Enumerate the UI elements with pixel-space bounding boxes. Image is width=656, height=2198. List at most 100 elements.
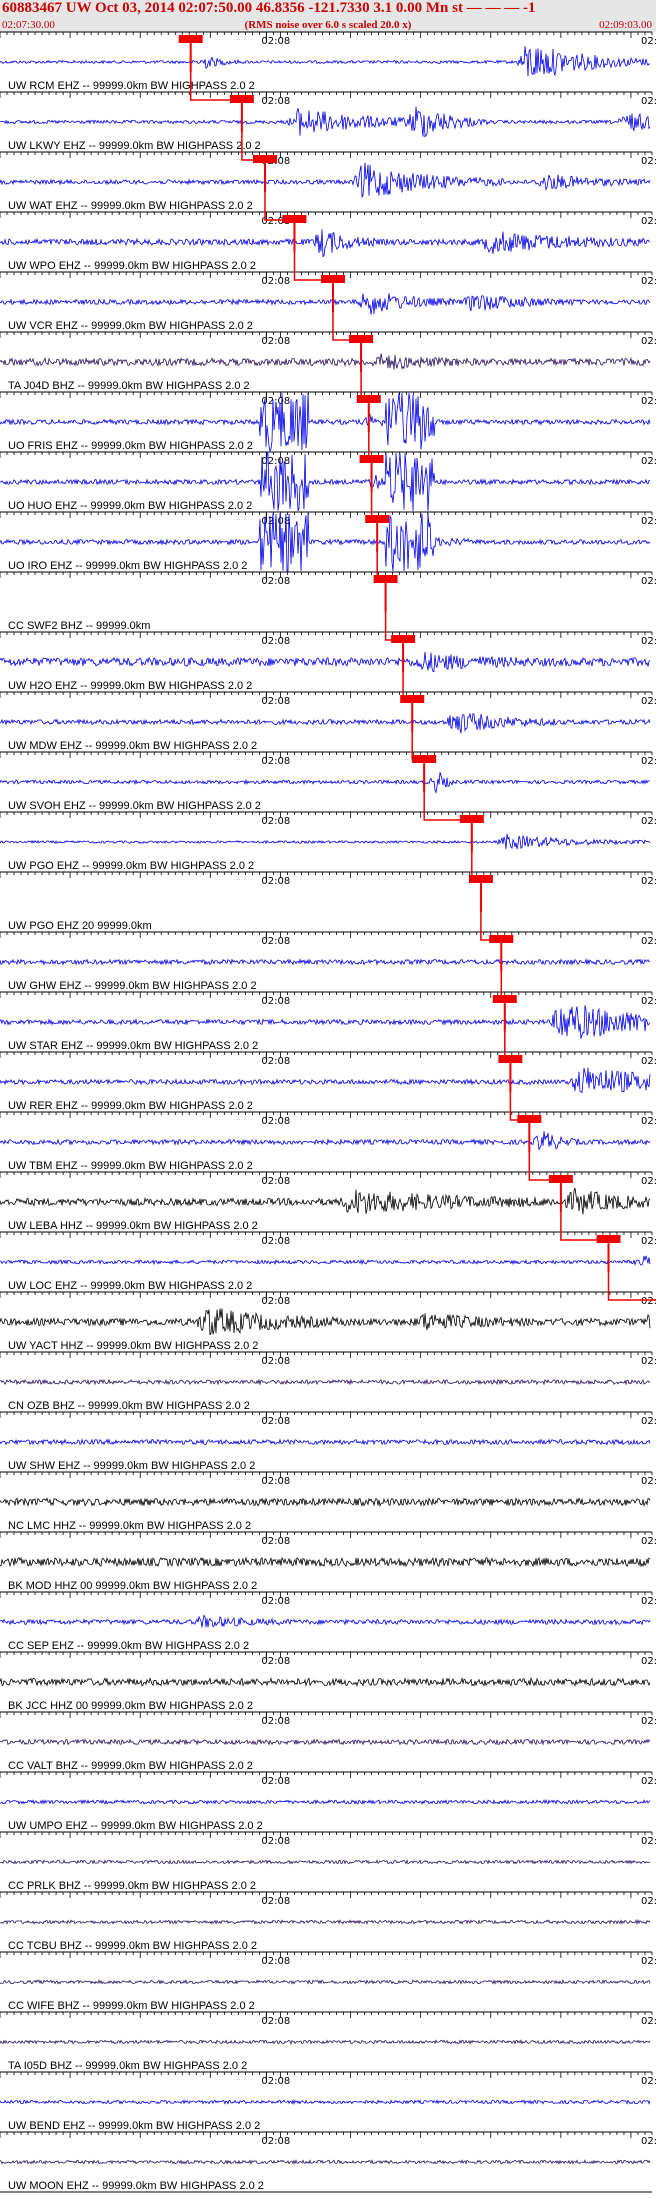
station-label: TA J04D BHZ -- 99999.0km BW HIGHPASS 2.0… <box>8 380 250 392</box>
station-label: UW UMPO EHZ -- 99999.0km BW HIGHPASS 2.0… <box>8 1820 263 1832</box>
minute-label-end: 02: <box>641 696 656 707</box>
trace-row: 02:08 02: CC VALT BHZ -- 99999.0km BW HIGH… <box>0 1711 656 1772</box>
minute-label: 02:08 <box>261 876 290 887</box>
minute-label-end: 02: <box>641 1896 656 1907</box>
station-label: CC WIFE BHZ -- 99999.0km BW HIGHPASS 2.0… <box>8 2000 255 2012</box>
station-label: UW MOON EHZ -- 99999.0km BW HIGHPASS 2.0… <box>8 2180 264 2192</box>
minute-label: 02:08 <box>261 1716 290 1727</box>
waveform-trace <box>0 106 651 138</box>
trace-row: 02:08 02: CC TCBU BHZ -- 99999.0km BW HIGH… <box>0 1891 656 1952</box>
station-label: UW LKWY EHZ -- 99999.0km BW HIGHPASS 2.0… <box>8 140 261 152</box>
station-label: UW YACT HHZ -- 99999.0km BW HIGHPASS 2.0… <box>8 1340 258 1352</box>
trace-row: 02:08 02:UO FRIS EHZ -- 99999.0km BW HIGH… <box>0 391 656 453</box>
trace-row: 02:08 02: UW PGO EHZ 20 99999.0km <box>0 871 656 932</box>
minute-label: 02:08 <box>261 2076 290 2087</box>
minute-label-end: 02: <box>641 2076 656 2087</box>
trace-row: 02:08 02: CC PRLK BHZ -- 99999.0km BW HIGH… <box>0 1831 656 1892</box>
station-label: NC LMC HHZ -- 99999.0km BW HIGHPASS 2.0 … <box>8 1520 251 1532</box>
minute-label: 02:08 <box>261 1836 290 1847</box>
minute-label: 02:08 <box>261 1536 290 1547</box>
trace-row: 02:08 02: UW GHW EHZ -- 99999.0km BW HIGHP… <box>0 931 656 992</box>
waveform-trace <box>0 1556 651 1568</box>
station-label: UW PGO EHZ -- 99999.0km BW HIGHPASS 2.0 … <box>8 860 254 872</box>
waveform-trace <box>0 1919 651 1926</box>
trace-row: 02:08 02: UW RER EHZ -- 99999.0km BW HIGHP… <box>0 1051 656 1112</box>
seismogram-plot: 02:08 02: UW RCM EHZ -- 99999.0km BW HIGHP… <box>0 31 656 2193</box>
station-label: UO FRIS EHZ -- 99999.0km BW HIGHPASS 2.0… <box>8 440 253 452</box>
minute-label-end: 02: <box>641 936 656 947</box>
minute-label-end: 02: <box>641 1416 656 1427</box>
minute-label: 02:08 <box>261 1056 290 1067</box>
minute-label-end: 02: <box>641 816 656 827</box>
trace-row: 02:08 02: UW STAR EHZ -- 99999.0km BW HIGH… <box>0 991 656 1052</box>
waveform-trace <box>0 1614 651 1628</box>
minute-label: 02:08 <box>261 696 290 707</box>
minute-label-end: 02: <box>641 996 656 1007</box>
minute-label-end: 02: <box>641 156 656 167</box>
station-label: UW GHW EHZ -- 99999.0km BW HIGHPASS 2.0 … <box>8 980 257 992</box>
minute-label-end: 02: <box>641 216 656 227</box>
minute-label: 02:08 <box>261 1896 290 1907</box>
waveform-trace <box>0 833 651 850</box>
minute-label: 02:08 <box>261 456 290 467</box>
station-label: UW STAR EHZ -- 99999.0km BW HIGHPASS 2.0… <box>8 1040 258 1052</box>
trace-row: 02:08 02: UW LOC EHZ -- 99999.0km BW HIGHP… <box>0 1231 656 1292</box>
station-label: UW PGO EHZ 20 99999.0km <box>8 920 152 932</box>
waveform-trace <box>0 1979 651 1985</box>
minute-label: 02:08 <box>261 1116 290 1127</box>
minute-label-end: 02: <box>641 1296 656 1307</box>
station-label: UW WAT EHZ -- 99999.0km BW HIGHPASS 2.0 … <box>8 200 253 212</box>
station-label: UO IRO EHZ -- 99999.0km BW HIGHPASS 2.0 … <box>8 560 247 572</box>
minute-label: 02:08 <box>261 1956 290 1967</box>
waveform-trace <box>0 1255 651 1266</box>
trace-row: 02:08 02: CC WIFE BHZ -- 99999.0km BW HIGH… <box>0 1951 656 2012</box>
minute-label: 02:08 <box>261 276 290 287</box>
minute-label: 02:08 <box>261 576 290 587</box>
station-label: UO HUO EHZ -- 99999.0km BW HIGHPASS 2.0 … <box>8 500 252 512</box>
waveform-trace <box>0 1738 651 1746</box>
station-label: CC VALT BHZ -- 99999.0km BW HIGHPASS 2.0… <box>8 1760 253 1772</box>
waveform-trace <box>0 229 651 258</box>
station-label: BK MOD HHZ 00 99999.0km BW HIGHPASS 2.0 … <box>8 1580 257 1592</box>
waveform-trace <box>0 1308 651 1336</box>
trace-row: 02:08 02:UW WPO EHZ -- 99999.0km BW HIGHP… <box>0 211 656 272</box>
minute-label: 02:08 <box>261 1176 290 1187</box>
waveform-trace <box>0 1799 651 1805</box>
trace-row: 02:08 02: CN OZB BHZ -- 99999.0km BW HIGHP… <box>0 1351 656 1412</box>
waveform-trace <box>0 2099 651 2106</box>
station-label: UW WPO EHZ -- 99999.0km BW HIGHPASS 2.0 … <box>8 260 256 272</box>
trace-row: 02:08 02: UW UMPO EHZ -- 99999.0km BW HIGH… <box>0 1771 656 1832</box>
minute-label-end: 02: <box>641 396 656 407</box>
minute-label-end: 02: <box>641 1056 656 1067</box>
minute-label: 02:08 <box>261 1356 290 1367</box>
station-label: UW LEBA HHZ -- 99999.0km BW HIGHPASS 2.0… <box>8 1220 258 1232</box>
trace-row: 02:0802:UW WAT EHZ -- 99999.0km BW HIGHP… <box>0 151 656 212</box>
waveform-trace <box>0 772 651 794</box>
station-label: CC TCBU BHZ -- 99999.0km BW HIGHPASS 2.0… <box>8 1940 257 1952</box>
station-label: TA I05D BHZ -- 99999.0km BW HIGHPASS 2.0… <box>8 2060 247 2072</box>
minute-label: 02:08 <box>261 1776 290 1787</box>
station-label: UW VCR EHZ -- 99999.0km BW HIGHPASS 2.0 … <box>8 320 253 332</box>
waveform-trace <box>0 46 651 77</box>
minute-label-end: 02: <box>641 1536 656 1547</box>
trace-row: 02:08 02: TA J04D BHZ -- 99999.0km BW HIGH… <box>0 331 656 392</box>
minute-label-end: 02: <box>641 576 656 587</box>
waveform-trace <box>0 1187 651 1215</box>
trace-row: 02:08 02: UW BEND EHZ -- 99999.0km BW HIGH… <box>0 2071 656 2132</box>
waveform-trace <box>0 2159 651 2165</box>
minute-label-end: 02: <box>641 1476 656 1487</box>
minute-label-end: 02: <box>641 336 656 347</box>
waveform-trace <box>0 1858 651 1865</box>
station-label: UW LOC EHZ -- 99999.0km BW HIGHPASS 2.0 … <box>8 1280 252 1292</box>
waveform-trace <box>0 1497 651 1507</box>
minute-label: 02:08 <box>261 2136 290 2147</box>
waveform-trace <box>0 712 651 734</box>
minute-label: 02:08 <box>261 96 290 107</box>
minute-label: 02:08 <box>261 1656 290 1667</box>
minute-label: 02:08 <box>261 1476 290 1487</box>
minute-label-end: 02: <box>641 756 656 767</box>
station-label: UW TBM EHZ -- 99999.0km BW HIGHPASS 2.0 … <box>8 1160 253 1172</box>
waveform-trace <box>0 353 651 370</box>
minute-label: 02:08 <box>261 1296 290 1307</box>
waveform-trace <box>0 1067 651 1094</box>
